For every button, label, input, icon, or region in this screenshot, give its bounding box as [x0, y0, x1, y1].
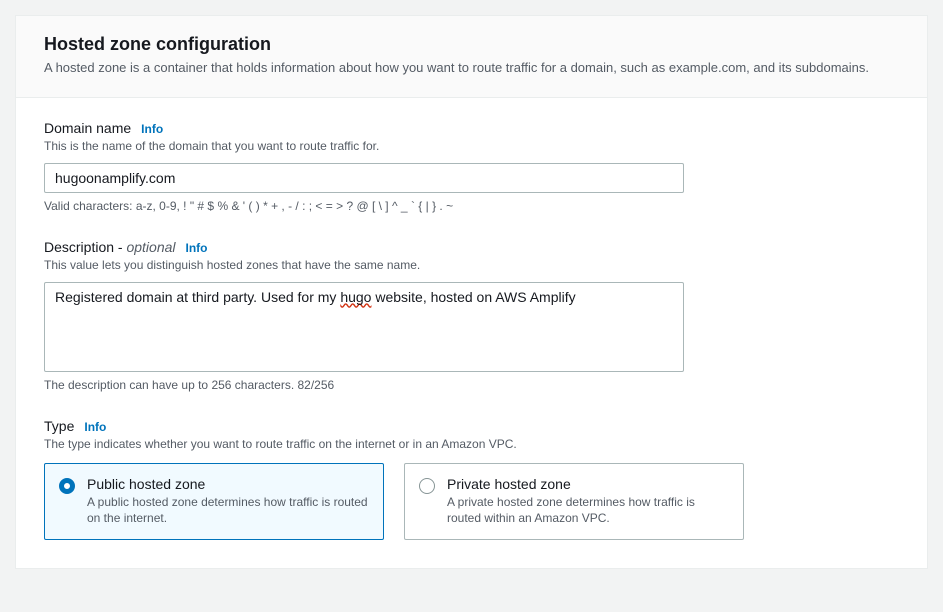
type-info-link[interactable]: Info — [84, 420, 106, 434]
description-input[interactable]: Registered domain at third party. Used f… — [44, 282, 684, 372]
private-hosted-zone-radio[interactable]: Private hosted zone A private hosted zon… — [404, 463, 744, 541]
domain-name-constraint: Valid characters: a-z, 0-9, ! " # $ % & … — [44, 199, 899, 213]
description-hint: This value lets you distinguish hosted z… — [44, 257, 899, 274]
type-radio-group: Public hosted zone A public hosted zone … — [44, 463, 899, 541]
public-hosted-zone-radio[interactable]: Public hosted zone A public hosted zone … — [44, 463, 384, 541]
domain-name-info-link[interactable]: Info — [141, 122, 163, 136]
public-radio-title: Public hosted zone — [87, 476, 369, 492]
type-field: Type Info The type indicates whether you… — [44, 418, 899, 540]
radio-unselected-icon — [419, 478, 435, 494]
domain-name-field: Domain name Info This is the name of the… — [44, 120, 899, 213]
private-radio-title: Private hosted zone — [447, 476, 729, 492]
public-radio-desc: A public hosted zone determines how traf… — [87, 494, 369, 528]
description-label: Description - optional — [44, 239, 176, 255]
form-body: Domain name Info This is the name of the… — [16, 98, 927, 568]
description-constraint: The description can have up to 256 chara… — [44, 378, 899, 392]
description-info-link[interactable]: Info — [186, 241, 208, 255]
type-label: Type — [44, 418, 74, 434]
type-hint: The type indicates whether you want to r… — [44, 436, 899, 453]
panel-header: Hosted zone configuration A hosted zone … — [16, 16, 927, 98]
domain-name-input[interactable] — [44, 163, 684, 193]
domain-name-label: Domain name — [44, 120, 131, 136]
description-field: Description - optional Info This value l… — [44, 239, 899, 392]
panel-subtitle: A hosted zone is a container that holds … — [44, 59, 899, 77]
domain-name-hint: This is the name of the domain that you … — [44, 138, 899, 155]
private-radio-desc: A private hosted zone determines how tra… — [447, 494, 729, 528]
hosted-zone-config-panel: Hosted zone configuration A hosted zone … — [15, 15, 928, 569]
panel-title: Hosted zone configuration — [44, 34, 899, 55]
radio-selected-icon — [59, 478, 75, 494]
